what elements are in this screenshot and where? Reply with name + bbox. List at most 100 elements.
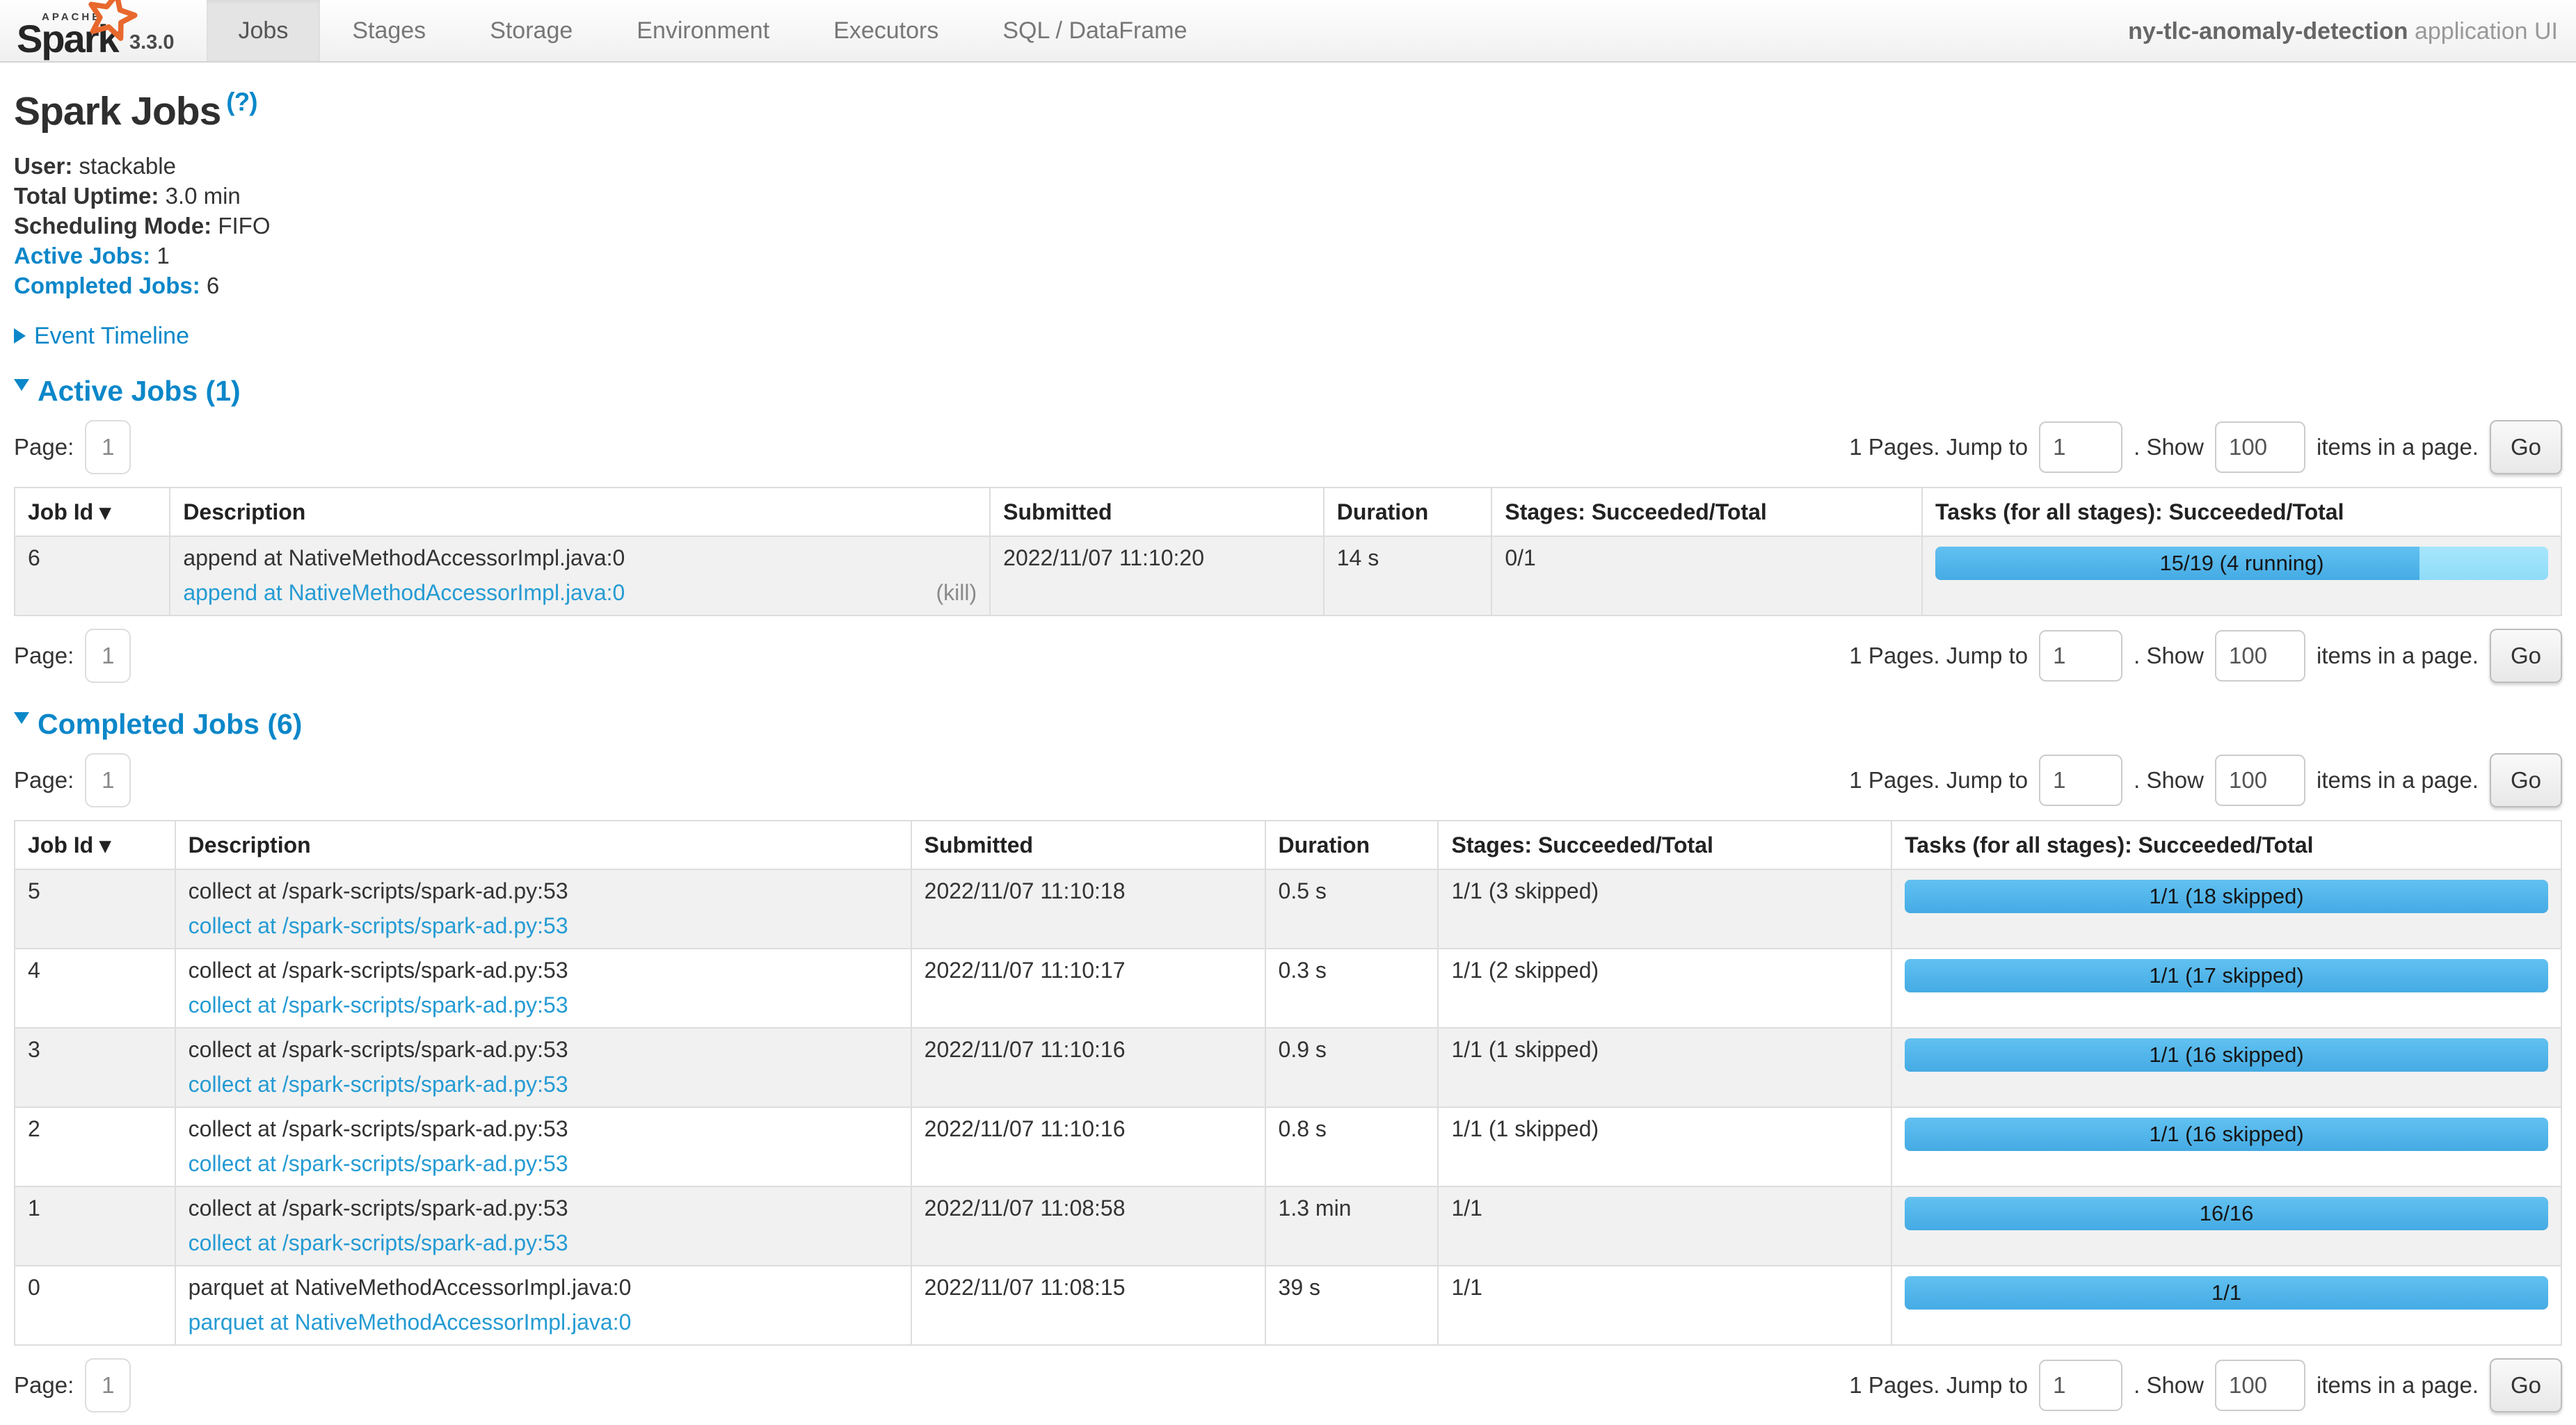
jump-to-page-input[interactable]: [2039, 421, 2122, 473]
submitted-cell: 2022/11/07 11:08:15: [911, 1266, 1265, 1345]
duration-cell: 0.8 s: [1265, 1107, 1439, 1186]
active-jobs-section-header[interactable]: Active Jobs (1): [14, 375, 2562, 408]
duration-cell: 0.3 s: [1265, 949, 1439, 1028]
active-jobs-link[interactable]: Active Jobs:: [14, 243, 150, 268]
progress-label: 15/19 (4 running): [1935, 547, 2548, 580]
job-description-link[interactable]: collect at /spark-scripts/spark-ad.py:53: [189, 1229, 568, 1257]
go-button[interactable]: Go: [2490, 753, 2562, 807]
completed-jobs-section-header[interactable]: Completed Jobs (6): [14, 708, 2562, 741]
task-progress-bar: 15/19 (4 running): [1935, 547, 2548, 580]
tasks-cell: 1/1 (18 skipped): [1891, 869, 2561, 949]
col-stages[interactable]: Stages: Succeeded/Total: [1491, 488, 1922, 536]
task-progress-bar: 1/1 (16 skipped): [1905, 1118, 2548, 1151]
job-description-link[interactable]: collect at /spark-scripts/spark-ad.py:53: [189, 912, 568, 940]
current-page-indicator: 1: [85, 629, 131, 683]
current-page-indicator: 1: [85, 1358, 131, 1412]
nav-tabs: Jobs Stages Storage Environment Executor…: [207, 0, 1219, 61]
items-per-page-input[interactable]: [2215, 1360, 2305, 1411]
application-title-suffix: application UI: [2408, 18, 2558, 45]
submitted-cell: 2022/11/07 11:10:18: [911, 869, 1265, 949]
go-button[interactable]: Go: [2490, 629, 2562, 683]
tab-stages[interactable]: Stages: [320, 0, 458, 61]
col-stages[interactable]: Stages: Succeeded/Total: [1438, 821, 1891, 869]
jump-to-page-input[interactable]: [2039, 755, 2122, 806]
help-link[interactable]: (?): [226, 88, 257, 116]
tab-sql-dataframe[interactable]: SQL / DataFrame: [970, 0, 1219, 61]
job-id-cell: 1: [15, 1186, 175, 1266]
tab-executors[interactable]: Executors: [801, 0, 970, 61]
go-button[interactable]: Go: [2490, 1358, 2562, 1412]
progress-label: 1/1: [1905, 1276, 2548, 1310]
job-description-link[interactable]: append at NativeMethodAccessorImpl.java:…: [183, 579, 625, 606]
job-description: collect at /spark-scripts/spark-ad.py:53: [189, 956, 898, 984]
job-description: collect at /spark-scripts/spark-ad.py:53: [189, 1115, 898, 1143]
collapsed-arrow-icon: [14, 328, 26, 344]
spark-version: 3.3.0: [129, 31, 175, 56]
tab-environment[interactable]: Environment: [605, 0, 801, 61]
application-title: ny-tlc-anomaly-detection application UI: [2128, 0, 2558, 63]
job-description-link[interactable]: parquet at NativeMethodAccessorImpl.java…: [189, 1308, 632, 1336]
duration-cell: 0.9 s: [1265, 1028, 1439, 1107]
stages-cell: 0/1: [1491, 536, 1922, 615]
col-description[interactable]: Description: [175, 821, 911, 869]
go-button[interactable]: Go: [2490, 420, 2562, 474]
page-label: Page:: [14, 434, 74, 460]
col-submitted[interactable]: Submitted: [911, 821, 1265, 869]
job-description-link[interactable]: collect at /spark-scripts/spark-ad.py:53: [189, 1150, 568, 1177]
job-id-cell: 4: [15, 949, 175, 1028]
col-job-id[interactable]: Job Id ▾: [15, 821, 175, 869]
items-text: items in a page.: [2317, 767, 2479, 794]
description-cell: collect at /spark-scripts/spark-ad.py:53…: [175, 869, 911, 949]
tasks-cell: 1/1 (17 skipped): [1891, 949, 2561, 1028]
description-cell: append at NativeMethodAccessorImpl.java:…: [170, 536, 990, 615]
col-duration[interactable]: Duration: [1265, 821, 1439, 869]
submitted-cell: 2022/11/07 11:10:17: [911, 949, 1265, 1028]
items-per-page-input[interactable]: [2215, 630, 2305, 682]
kill-link[interactable]: (kill): [936, 579, 977, 606]
col-job-id[interactable]: Job Id ▾: [15, 488, 170, 536]
task-progress-bar: 1/1 (17 skipped): [1905, 959, 2548, 992]
job-description-link[interactable]: collect at /spark-scripts/spark-ad.py:53: [189, 991, 568, 1019]
tab-storage[interactable]: Storage: [458, 0, 605, 61]
job-description: append at NativeMethodAccessorImpl.java:…: [183, 544, 977, 572]
job-description-link[interactable]: collect at /spark-scripts/spark-ad.py:53: [189, 1070, 568, 1098]
col-duration[interactable]: Duration: [1324, 488, 1492, 536]
items-per-page-input[interactable]: [2215, 755, 2305, 806]
pages-count-text: 1 Pages. Jump to: [1849, 434, 2028, 460]
description-cell: collect at /spark-scripts/spark-ad.py:53…: [175, 949, 911, 1028]
task-progress-bar: 1/1 (18 skipped): [1905, 880, 2548, 913]
pagination-row: Page: 1 1 Pages. Jump to . Show items in…: [14, 1358, 2562, 1412]
expanded-arrow-icon: [14, 379, 29, 391]
expanded-arrow-icon: [14, 712, 29, 724]
task-progress-bar: 1/1 (16 skipped): [1905, 1038, 2548, 1072]
col-tasks[interactable]: Tasks (for all stages): Succeeded/Total: [1891, 821, 2561, 869]
table-row: 4 collect at /spark-scripts/spark-ad.py:…: [15, 949, 2561, 1028]
tasks-cell: 1/1 (16 skipped): [1891, 1028, 2561, 1107]
duration-cell: 39 s: [1265, 1266, 1439, 1345]
tab-jobs[interactable]: Jobs: [207, 0, 321, 61]
table-row: 0 parquet at NativeMethodAccessorImpl.ja…: [15, 1266, 2561, 1345]
current-page-indicator: 1: [85, 420, 131, 474]
completed-jobs-link[interactable]: Completed Jobs:: [14, 273, 200, 298]
items-text: items in a page.: [2317, 643, 2479, 669]
jump-to-page-input[interactable]: [2039, 1360, 2122, 1411]
col-tasks[interactable]: Tasks (for all stages): Succeeded/Total: [1922, 488, 2561, 536]
event-timeline-toggle[interactable]: Event Timeline: [14, 323, 2562, 350]
duration-cell: 0.5 s: [1265, 869, 1439, 949]
items-per-page-input[interactable]: [2215, 421, 2305, 473]
col-submitted[interactable]: Submitted: [990, 488, 1324, 536]
table-row: 5 collect at /spark-scripts/spark-ad.py:…: [15, 869, 2561, 949]
jump-to-page-input[interactable]: [2039, 630, 2122, 682]
job-id-cell: 6: [15, 536, 170, 615]
col-description[interactable]: Description: [170, 488, 990, 536]
job-id-cell: 3: [15, 1028, 175, 1107]
show-text: . Show: [2134, 643, 2204, 669]
stages-cell: 1/1: [1438, 1266, 1891, 1345]
tasks-cell: 15/19 (4 running): [1922, 536, 2561, 615]
active-jobs-table: Job Id ▾ Description Submitted Duration …: [14, 487, 2562, 616]
tasks-cell: 1/1: [1891, 1266, 2561, 1345]
description-cell: collect at /spark-scripts/spark-ad.py:53…: [175, 1028, 911, 1107]
pagination-row: Page: 1 1 Pages. Jump to . Show items in…: [14, 629, 2562, 683]
submitted-cell: 2022/11/07 11:10:16: [911, 1107, 1265, 1186]
task-progress-bar: 16/16: [1905, 1197, 2548, 1230]
